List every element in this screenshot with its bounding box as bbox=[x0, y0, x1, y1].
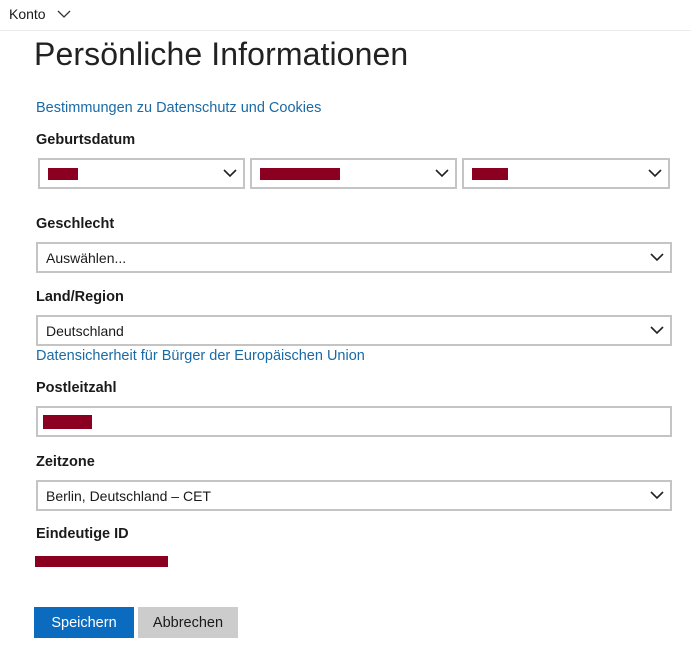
gender-select[interactable]: Auswählen... bbox=[36, 242, 672, 273]
cancel-button[interactable]: Abbrechen bbox=[138, 607, 238, 638]
eu-data-security-link[interactable]: Datensicherheit für Bürger der Europäisc… bbox=[36, 348, 365, 364]
redacted-value bbox=[48, 167, 78, 180]
account-menu-label: Konto bbox=[9, 6, 46, 22]
redacted-value bbox=[472, 167, 508, 180]
chevron-down-icon bbox=[648, 169, 662, 178]
privacy-cookies-link[interactable]: Bestimmungen zu Datenschutz und Cookies bbox=[36, 100, 321, 116]
gender-label: Geschlecht bbox=[36, 216, 115, 232]
redacted-value bbox=[260, 167, 340, 180]
chevron-down-icon bbox=[650, 253, 664, 262]
unique-id-label: Eindeutige ID bbox=[36, 526, 129, 542]
chevron-down-icon bbox=[223, 169, 237, 178]
country-select-value: Deutschland bbox=[46, 322, 124, 339]
country-label: Land/Region bbox=[36, 289, 124, 305]
redacted-value bbox=[43, 414, 92, 429]
timezone-label: Zeitzone bbox=[36, 454, 95, 470]
chevron-down-icon bbox=[650, 326, 664, 335]
timezone-select[interactable]: Berlin, Deutschland – CET bbox=[36, 480, 672, 511]
postal-code-input[interactable] bbox=[36, 406, 672, 437]
postal-code-label: Postleitzahl bbox=[36, 380, 117, 396]
top-bar: Konto bbox=[0, 0, 691, 31]
save-button[interactable]: Speichern bbox=[34, 607, 134, 638]
chevron-down-icon bbox=[57, 10, 71, 18]
birth-day-select[interactable] bbox=[38, 158, 245, 189]
unique-id-value-redacted bbox=[35, 556, 168, 567]
birthdate-label: Geburtsdatum bbox=[36, 132, 136, 148]
birth-month-select[interactable] bbox=[250, 158, 457, 189]
account-menu[interactable]: Konto bbox=[9, 6, 72, 22]
chevron-down-icon bbox=[435, 169, 449, 178]
gender-select-value: Auswählen... bbox=[46, 249, 127, 266]
chevron-down-icon bbox=[650, 491, 664, 500]
birth-year-select[interactable] bbox=[462, 158, 670, 189]
timezone-select-value: Berlin, Deutschland – CET bbox=[46, 487, 211, 504]
country-select[interactable]: Deutschland bbox=[36, 315, 672, 346]
page-title: Persönliche Informationen bbox=[34, 36, 409, 72]
